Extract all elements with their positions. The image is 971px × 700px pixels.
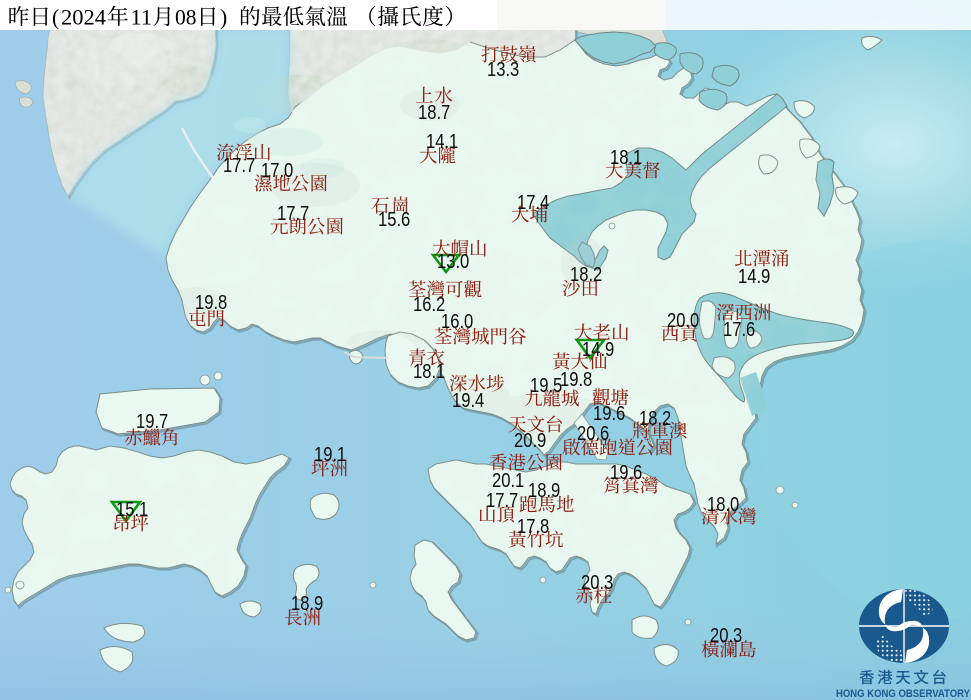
svg-text:): ) [220, 5, 227, 29]
svg-text:19.8: 19.8 [195, 291, 227, 314]
svg-text:19.7: 19.7 [136, 410, 168, 433]
svg-text:19.5: 19.5 [530, 374, 562, 397]
svg-text:17.6: 17.6 [723, 318, 755, 341]
svg-text:20.3: 20.3 [710, 624, 742, 647]
svg-text:18.1: 18.1 [413, 360, 445, 383]
svg-text:14.9: 14.9 [582, 338, 614, 361]
svg-text:18.9: 18.9 [528, 479, 560, 502]
svg-text:16.0: 16.0 [441, 310, 473, 333]
svg-text:18.0: 18.0 [707, 493, 739, 516]
svg-text:14.9: 14.9 [738, 265, 770, 288]
svg-text:08: 08 [175, 5, 197, 29]
svg-text:13.0: 13.0 [437, 250, 469, 273]
svg-text:17.7: 17.7 [486, 489, 518, 512]
svg-text:18.1: 18.1 [610, 146, 642, 169]
svg-text:14.1: 14.1 [426, 130, 458, 153]
svg-text:HONG KONG OBSERVATORY: HONG KONG OBSERVATORY [836, 688, 971, 700]
svg-text:17.4: 17.4 [517, 191, 549, 214]
svg-text:20.0: 20.0 [667, 309, 699, 332]
svg-text:11: 11 [131, 5, 153, 29]
svg-text:15.6: 15.6 [378, 208, 410, 231]
svg-text:20.3: 20.3 [581, 571, 613, 594]
svg-text:17.8: 17.8 [517, 515, 549, 538]
svg-text:17.7: 17.7 [223, 154, 255, 177]
svg-text:20.6: 20.6 [577, 422, 609, 445]
svg-text:19.4: 19.4 [452, 389, 484, 412]
svg-text:18.2: 18.2 [639, 407, 671, 430]
svg-text:17.7: 17.7 [277, 202, 309, 225]
svg-text:19.8: 19.8 [560, 368, 592, 391]
svg-text:18.7: 18.7 [418, 101, 450, 124]
svg-text:13.3: 13.3 [487, 58, 519, 81]
svg-text:19.6: 19.6 [610, 461, 642, 484]
svg-text:(: ( [52, 5, 59, 29]
svg-text:20.9: 20.9 [514, 429, 546, 452]
svg-text:17.0: 17.0 [261, 159, 293, 182]
svg-text:2024: 2024 [61, 5, 106, 29]
svg-text:19.1: 19.1 [314, 443, 346, 466]
svg-text:15.1: 15.1 [116, 498, 148, 521]
svg-text:18.9: 18.9 [291, 592, 323, 615]
svg-text:18.2: 18.2 [570, 263, 602, 286]
